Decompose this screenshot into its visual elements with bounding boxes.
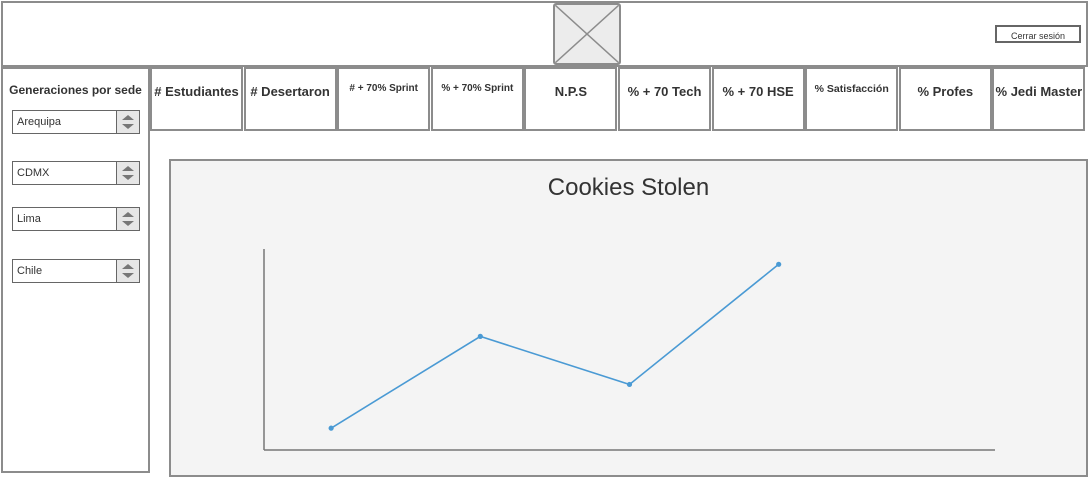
kpi-label: % Satisfacción	[814, 83, 889, 95]
campus-select-chile[interactable]: Chile	[12, 259, 140, 283]
kpi-row: # Estudiantes # Desertaron # + 70% Sprin…	[150, 67, 1088, 133]
kpi-teachers[interactable]: % Profes	[898, 67, 992, 131]
kpi-label: % + 70 HSE	[722, 83, 794, 99]
kpi-label: N.P.S	[554, 83, 588, 99]
kpi-count-70-sprint[interactable]: # + 70% Sprint	[337, 67, 431, 131]
sidebar-title: Generaciones por sede	[9, 83, 142, 97]
kpi-label: # + 70% Sprint	[349, 82, 418, 94]
kpi-label: % + 70 Tech	[627, 83, 702, 99]
kpi-label: % Jedi Master	[995, 83, 1083, 99]
campus-select-cdmx[interactable]: CDMX	[12, 161, 140, 185]
campus-select-arequipa[interactable]: Arequipa	[12, 110, 140, 134]
data-point-2	[477, 333, 483, 339]
kpi-students[interactable]: # Estudiantes	[150, 67, 243, 131]
logo-image-placeholder	[553, 3, 621, 65]
kpi-label: % + 70% Sprint	[441, 82, 514, 94]
campus-select-lima[interactable]: Lima	[12, 207, 140, 231]
select-value: Lima	[17, 213, 41, 225]
stepper-arrows-icon[interactable]	[116, 208, 139, 230]
select-value: CDMX	[17, 167, 50, 179]
line-chart	[263, 249, 995, 451]
top-header: Cerrar sesión	[1, 1, 1088, 67]
stepper-arrows-icon[interactable]	[116, 260, 139, 282]
kpi-70-hse[interactable]: % + 70 HSE	[711, 67, 805, 131]
select-value: Arequipa	[17, 116, 62, 128]
data-point-4	[776, 261, 782, 267]
select-value: Chile	[17, 265, 43, 277]
series-line	[330, 263, 780, 429]
kpi-70-tech[interactable]: % + 70 Tech	[618, 67, 711, 131]
data-point-3	[626, 381, 633, 388]
stepper-arrows-icon[interactable]	[116, 111, 139, 133]
kpi-percent-70-sprint[interactable]: % + 70% Sprint	[430, 67, 524, 131]
kpi-nps[interactable]: N.P.S	[524, 67, 618, 131]
kpi-dropouts[interactable]: # Desertaron	[243, 67, 337, 131]
stepper-arrows-icon[interactable]	[116, 162, 139, 184]
kpi-label: % Profes	[917, 83, 974, 99]
image-placeholder-icon	[555, 5, 619, 63]
kpi-satisfaction[interactable]: % Satisfacción	[805, 67, 899, 131]
kpi-label: # Estudiantes	[154, 83, 239, 99]
sidebar: Generaciones por sede Arequipa CDMX Lima…	[1, 67, 150, 473]
data-point-1	[328, 425, 334, 431]
kpi-label: # Desertaron	[250, 83, 330, 99]
kpi-jedi-master[interactable]: % Jedi Master	[992, 67, 1086, 131]
chart-panel: Cookies Stolen	[169, 159, 1088, 477]
logout-button[interactable]: Cerrar sesión	[995, 25, 1081, 43]
